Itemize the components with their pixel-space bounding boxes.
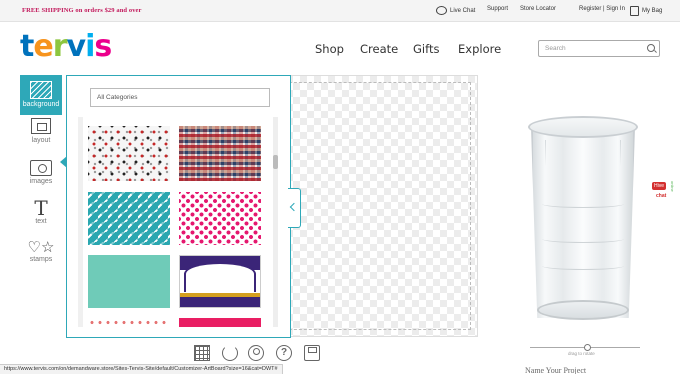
tumbler-rim bbox=[528, 116, 638, 138]
tool-stamps-label: stamps bbox=[29, 256, 53, 263]
swatch-band-bottom bbox=[180, 297, 260, 307]
user-icon[interactable] bbox=[248, 345, 264, 361]
ravens-swatch[interactable] bbox=[179, 255, 261, 308]
tool-text[interactable]: T text bbox=[20, 198, 62, 225]
swatch-arc bbox=[184, 262, 256, 292]
register-signin-link[interactable]: Register | Sign In bbox=[579, 6, 625, 12]
tool-text-label: text bbox=[35, 218, 47, 225]
free-shipping-promo[interactable]: FREE SHIPPING on orders $29 and over bbox=[22, 7, 142, 14]
save-icon[interactable] bbox=[304, 345, 320, 361]
browser-status-url: https://www.tervis.com/on/demandware.sto… bbox=[0, 364, 283, 374]
floral-swatch[interactable] bbox=[88, 318, 170, 327]
tool-images-label: images bbox=[29, 178, 53, 185]
live-chat-link[interactable]: Live Chat bbox=[436, 6, 475, 15]
tool-stamps[interactable]: ♡☆ stamps bbox=[20, 239, 62, 264]
tumbler-ring bbox=[542, 200, 624, 208]
shopping-bag-icon bbox=[630, 6, 639, 16]
search-icon[interactable] bbox=[647, 44, 655, 52]
live-chat-label: Live Chat bbox=[450, 7, 476, 14]
tool-background-label: background bbox=[22, 101, 60, 108]
store-locator-link[interactable]: Store Locator bbox=[520, 6, 556, 12]
polka-dot-swatch[interactable] bbox=[179, 192, 261, 245]
my-bag-label: My Bag bbox=[642, 8, 663, 14]
chevron-swatch-overlay bbox=[88, 192, 170, 245]
text-t-icon: T bbox=[34, 196, 48, 220]
tumbler-ring bbox=[542, 235, 624, 243]
tool-layout[interactable]: layout bbox=[20, 118, 62, 144]
tumbler-inner-wall bbox=[545, 140, 621, 300]
tool-background[interactable]: background bbox=[20, 75, 62, 115]
support-link[interactable]: Support bbox=[487, 6, 508, 12]
nav-gifts[interactable]: Gifts bbox=[413, 42, 439, 56]
grid-icon[interactable] bbox=[194, 345, 210, 361]
chevron-left-icon bbox=[289, 202, 299, 212]
nav-explore[interactable]: Explore bbox=[458, 42, 501, 56]
chat-bubble-icon bbox=[436, 6, 447, 15]
panel-scrollbar[interactable] bbox=[273, 117, 278, 327]
pattern-swatch[interactable] bbox=[88, 126, 170, 181]
camera-icon bbox=[30, 160, 52, 176]
nav-create[interactable]: Create bbox=[360, 42, 398, 56]
heart-star-icon: ♡☆ bbox=[27, 239, 55, 256]
layout-icon bbox=[31, 118, 51, 134]
live-chat-badge[interactable]: Hive bbox=[652, 182, 667, 190]
tumbler-base bbox=[537, 300, 629, 320]
top-promo-bar: FREE SHIPPING on orders $29 and over Liv… bbox=[0, 0, 680, 22]
rotate-slider-handle[interactable] bbox=[584, 344, 591, 351]
search-input[interactable]: Search bbox=[538, 40, 660, 57]
category-select[interactable]: All Categories bbox=[90, 88, 270, 107]
live-chat-status: online bbox=[670, 181, 675, 192]
tool-images[interactable]: images bbox=[20, 160, 62, 185]
tervis-logo[interactable]: tervis bbox=[20, 30, 112, 64]
panel-left-track bbox=[78, 117, 83, 327]
plaid-swatch[interactable] bbox=[179, 126, 261, 181]
tool-layout-label: layout bbox=[31, 137, 51, 144]
undo-icon[interactable] bbox=[222, 345, 238, 361]
help-icon[interactable]: ? bbox=[276, 345, 292, 361]
name-project-heading[interactable]: Name Your Project bbox=[525, 366, 586, 374]
live-chat-widget-label[interactable]: chat bbox=[656, 193, 666, 199]
panel-scrollbar-thumb[interactable] bbox=[273, 155, 278, 169]
collapse-panel-button[interactable] bbox=[288, 188, 301, 228]
nav-shop[interactable]: Shop bbox=[315, 42, 344, 56]
background-icon bbox=[30, 81, 52, 99]
pink-swatch[interactable] bbox=[179, 318, 261, 327]
my-bag-link[interactable]: My Bag bbox=[630, 6, 662, 16]
solid-teal-swatch[interactable] bbox=[88, 255, 170, 308]
tumbler-ring bbox=[542, 262, 624, 270]
rotate-label: drag to rotate bbox=[568, 351, 595, 356]
